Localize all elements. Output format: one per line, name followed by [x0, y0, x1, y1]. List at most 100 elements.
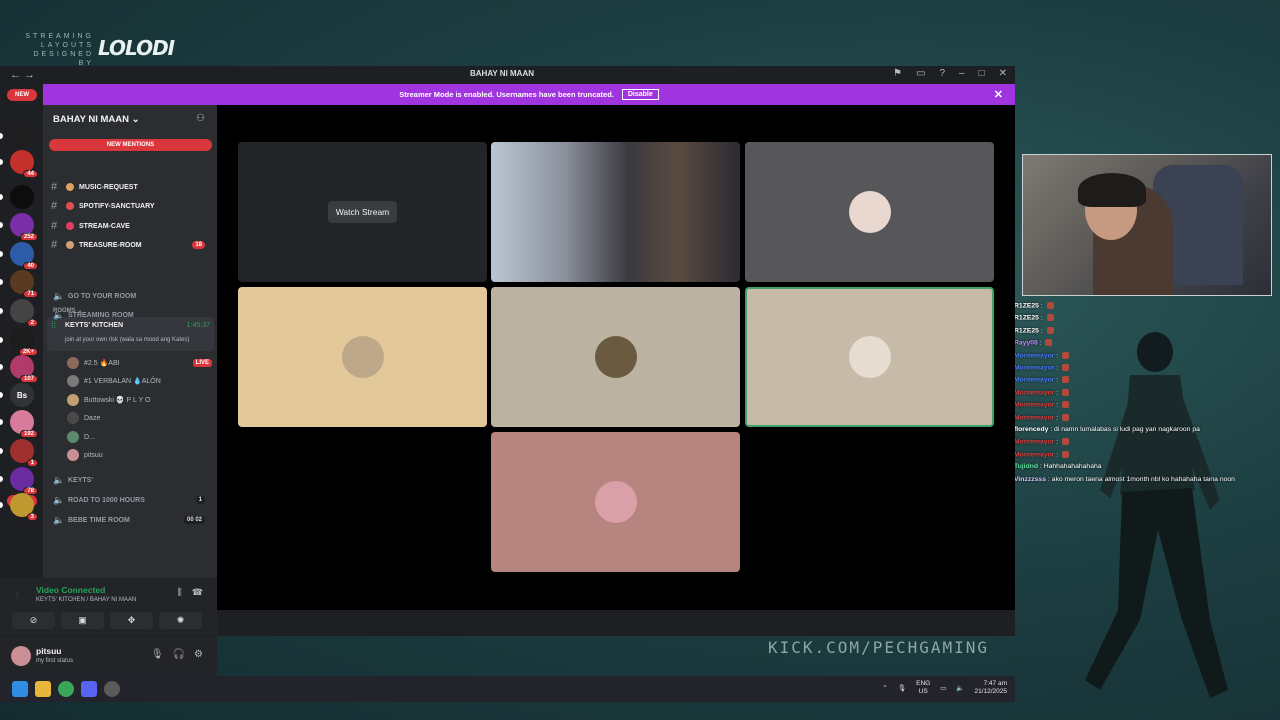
- network-icon[interactable]: ▭: [940, 684, 946, 692]
- tray-chevron-icon[interactable]: ⌃: [882, 684, 887, 692]
- server-icon[interactable]: 78: [10, 467, 38, 495]
- server-icon[interactable]: Bs: [10, 383, 34, 407]
- chat-separator: :: [1054, 364, 1061, 372]
- chat-message: Montemayor :: [1014, 376, 1070, 384]
- invite-icon[interactable]: ⚇: [196, 113, 205, 124]
- tray-mic-icon[interactable]: 🎙: [898, 684, 906, 692]
- voice-user[interactable]: #1 VERBALAN 💧ALÖN: [67, 373, 212, 389]
- camera-off-button[interactable]: ⊘: [12, 612, 55, 629]
- server-icon[interactable]: 44: [10, 150, 38, 178]
- chat-message: Montemayor :: [1014, 413, 1070, 421]
- noise-suppression-icon[interactable]: ⫼: [178, 587, 182, 598]
- close-window-icon[interactable]: ✕: [999, 68, 1007, 79]
- server-icon[interactable]: 2: [10, 299, 38, 327]
- video-tile[interactable]: [491, 432, 740, 572]
- chat-emote-icon: [1062, 401, 1070, 409]
- text-channel[interactable]: # TREASURE-ROOM 18: [51, 237, 211, 253]
- chat-overlay: R1ZE25 : R1ZE25 : R1ZE25 : Rayy08 : Mont…: [1014, 298, 1280, 508]
- channel-name: STREAMING ROOM: [68, 311, 134, 319]
- chrome-icon[interactable]: [58, 681, 74, 697]
- participant-avatar: [594, 336, 637, 378]
- banner-close-icon[interactable]: ✕: [994, 88, 1003, 101]
- voice-connection-panel: ⫶ Video Connected KEYTS' KITCHEN / BAHAY…: [0, 578, 217, 635]
- server-icon[interactable]: 192: [10, 410, 38, 438]
- voice-user[interactable]: Buttowski 💀 P L Y O: [67, 392, 212, 408]
- chat-username: R1ZE25: [1014, 302, 1039, 310]
- channel-name: GO TO YOUR ROOM: [68, 292, 137, 300]
- soundboard-button[interactable]: ✺: [159, 612, 202, 629]
- voice-user[interactable]: pitsuu: [67, 447, 212, 463]
- voice-channel[interactable]: 🔈 KEYTS': [53, 472, 213, 488]
- headphones-icon[interactable]: 🎧: [173, 649, 185, 660]
- discord-window: ← → BAHAY NI MAAN ⚑ ▭ ? – □ ✕ Streamer M…: [0, 66, 1015, 702]
- taskbar-clock[interactable]: 7:47 am 21/12/2025: [974, 680, 1007, 696]
- back-forward-icon[interactable]: ← →: [10, 69, 35, 81]
- chat-separator: :: [1038, 302, 1045, 310]
- mention-count: 18: [192, 241, 205, 249]
- discord-app-icon[interactable]: [81, 681, 97, 697]
- window-title: BAHAY NI MAAN: [470, 69, 535, 78]
- new-unread-pill-top[interactable]: NEW: [7, 89, 37, 101]
- unread-pip: [0, 308, 3, 314]
- server-icon[interactable]: [10, 185, 34, 209]
- server-icon[interactable]: 2K+: [10, 328, 38, 356]
- avatar[interactable]: [11, 646, 31, 666]
- voice-channel[interactable]: 🔈 BEBE TIME ROOM 00 02: [53, 512, 213, 528]
- unread-pip: [0, 502, 3, 508]
- server-name[interactable]: BAHAY NI MAAN ⌄: [53, 114, 140, 125]
- chat-separator: :: [1054, 451, 1061, 459]
- watch-stream-button[interactable]: Watch Stream: [327, 201, 398, 223]
- custom-status[interactable]: my first status: [36, 658, 73, 664]
- server-icon[interactable]: 71: [10, 270, 38, 298]
- voice-status[interactable]: Video Connected: [36, 585, 105, 595]
- text-channel[interactable]: # MUSIC-REQUEST: [51, 179, 211, 195]
- windows-start-icon[interactable]: [12, 681, 28, 697]
- video-tile[interactable]: [491, 142, 740, 282]
- channel-name: MUSIC-REQUEST: [79, 183, 138, 191]
- server-icon[interactable]: [10, 124, 34, 148]
- screen-icon[interactable]: ▭: [916, 68, 925, 79]
- signal-icon[interactable]: ⫶: [16, 590, 18, 601]
- username[interactable]: pitsuu: [36, 646, 62, 656]
- participant-avatar: [594, 481, 637, 523]
- channel-emoji-icon: [66, 202, 74, 210]
- language-indicator[interactable]: ENG US: [916, 680, 930, 696]
- voice-location[interactable]: KEYTS' KITCHEN / BAHAY NI MAAN: [36, 597, 136, 603]
- voice-channel[interactable]: 🔈 ROAD TO 1000 HOURS 1: [53, 492, 213, 508]
- video-tile[interactable]: [745, 142, 994, 282]
- voice-user[interactable]: Daze: [67, 410, 212, 426]
- microphone-icon[interactable]: 🎙: [151, 649, 164, 660]
- speaker-icon: 🔈: [53, 514, 65, 525]
- voice-channel[interactable]: 🔈 GO TO YOUR ROOM: [53, 288, 213, 304]
- server-icon[interactable]: 252: [10, 213, 38, 241]
- volume-icon[interactable]: 🔈: [956, 684, 964, 692]
- activities-button[interactable]: ✥: [110, 612, 153, 629]
- minimize-icon[interactable]: –: [959, 68, 965, 79]
- server-icon[interactable]: 107: [10, 355, 38, 383]
- server-icon[interactable]: 1: [10, 439, 38, 467]
- disable-streamer-mode-button[interactable]: Disable: [621, 89, 659, 100]
- text-channel[interactable]: # SPOTIFY-SANCTUARY: [51, 198, 211, 214]
- text-channel[interactable]: # STREAM-CAVE: [51, 218, 211, 234]
- voice-user[interactable]: #2.5 🔥ABI LIVE: [67, 355, 212, 371]
- obs-app-icon[interactable]: [104, 681, 120, 697]
- maximize-icon[interactable]: □: [979, 68, 985, 79]
- server-icon[interactable]: 40: [10, 242, 38, 270]
- disconnect-icon[interactable]: ☎: [192, 587, 203, 598]
- settings-gear-icon[interactable]: ⚙: [194, 649, 203, 660]
- inbox-icon[interactable]: ⚑: [893, 68, 902, 79]
- new-mentions-bar[interactable]: NEW MENTIONS: [49, 139, 212, 151]
- video-tile[interactable]: [238, 287, 487, 427]
- chat-emote-icon: [1046, 302, 1054, 309]
- file-explorer-icon[interactable]: [35, 681, 51, 697]
- video-tile[interactable]: [491, 287, 740, 427]
- voice-channel[interactable]: 🔈 STREAMING ROOM: [53, 307, 213, 323]
- video-tile[interactable]: [745, 287, 994, 427]
- video-tile[interactable]: Watch Stream: [238, 142, 487, 282]
- voice-user[interactable]: D...: [67, 429, 212, 445]
- chat-username: Vinzzzsss: [1014, 475, 1046, 483]
- windows-taskbar: ⌃ 🎙 ENG US ▭ 🔈 7:47 am 21/12/2025: [0, 676, 1015, 702]
- help-icon[interactable]: ?: [939, 68, 945, 79]
- share-screen-button[interactable]: ▣: [61, 612, 104, 629]
- server-icon[interactable]: 3: [10, 493, 38, 521]
